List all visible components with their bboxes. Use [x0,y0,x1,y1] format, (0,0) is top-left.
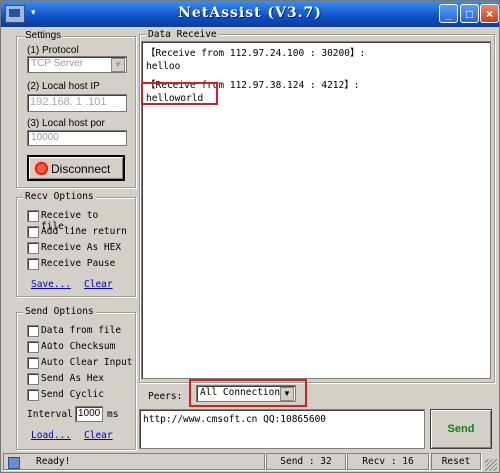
reset-button[interactable]: Reset [431,453,481,470]
protocol-label: (1) Protocol [27,45,79,56]
send-textarea[interactable]: http://www.cmsoft.cn QQ:10865600 [139,409,425,449]
disconnect-button[interactable]: Disconnect [27,155,125,181]
resize-grip-icon[interactable] [485,459,497,471]
data-receive-label: Data Receive [146,29,219,40]
interval-input[interactable]: 1000 [75,406,103,422]
disconnect-label: Disconnect [51,162,111,176]
ip-octet-1: 192 [30,96,49,108]
send-clear-link[interactable]: Clear [84,430,113,441]
auto-clear-input-checkbox[interactable] [27,357,39,369]
recv-options-label: Recv Options [23,191,96,202]
netassist-window: ▾ NetAssist (V3.7) _ □ × Settings (1) Pr… [0,0,500,473]
save-link[interactable]: Save... [31,279,71,290]
ip-address-field[interactable]: 192.168. 1 .101 [27,94,127,112]
auto-checksum-checkbox[interactable] [27,341,39,353]
minimize-button[interactable]: _ [439,4,458,23]
connection-status-icon [35,162,48,175]
send-text: http://www.cmsoft.cn QQ:10865600 [143,414,327,425]
settings-group-label: Settings [23,30,64,41]
protocol-value: TCP Server [31,58,84,69]
auto-clear-input-label: Auto Clear Input [41,357,133,368]
load-link[interactable]: Load... [31,430,71,441]
send-options-group: Send Options Data from file ... Auto Che… [16,306,136,450]
send-options-label: Send Options [23,306,96,317]
interval-unit: ms [107,409,119,420]
send-button-label: Send [447,423,475,435]
port-value: 10000 [31,132,59,143]
send-cyclic-checkbox[interactable] [27,389,39,401]
recv-options-group: Recv Options Receive to file... Add line… [16,191,136,297]
recv-counter: Recv : 16 [347,453,429,470]
send-counter: Send : 32 [266,453,346,470]
status-ready: Ready! [3,453,265,470]
highlight-box-received [141,82,218,105]
peers-label: Peers: [148,391,183,402]
interval-label: Interval [27,409,73,420]
maximize-button[interactable]: □ [460,4,479,23]
port-label: (3) Local host por [27,118,105,129]
interval-value: 1000 [78,408,101,419]
add-line-return-label: Add line return [41,226,127,237]
ip-octet-4: 101 [88,96,107,108]
receive-pause-checkbox[interactable] [27,258,39,270]
auto-checksum-label: Auto Checksum [41,341,116,352]
window-title: NetAssist (V3.7) [178,5,322,21]
ip-octet-2: 168 [51,96,70,108]
status-ready-text: Ready! [36,456,71,467]
receive-as-hex-checkbox[interactable] [27,242,39,254]
close-button[interactable]: × [480,4,499,23]
highlight-box-peers [189,379,307,407]
port-field[interactable]: 10000 [27,130,127,146]
receive-to-file-checkbox[interactable] [27,210,39,222]
receive-as-hex-label: Receive As HEX [41,242,122,253]
chevron-down-icon[interactable]: ▼ [111,58,125,72]
recv-clear-link[interactable]: Clear [84,279,113,290]
send-button[interactable]: Send [430,409,492,449]
receive-line-2: helloo [146,61,181,72]
localhost-ip-label: (2) Local host IP [27,81,100,92]
receive-pause-label: Receive Pause [41,258,116,269]
add-line-return-checkbox[interactable] [27,226,39,238]
ip-octet-3: 1 [75,96,83,108]
title-bar[interactable]: ▾ NetAssist (V3.7) _ □ × [1,1,499,27]
data-from-file-checkbox[interactable] [27,325,39,337]
receive-line-1: 【Receive from 112.97.24.100 : 30200】: [146,48,366,59]
settings-group: Settings (1) Protocol TCP Server ▼ (2) L… [16,30,136,188]
send-cyclic-label: Send Cyclic [41,389,104,400]
send-as-hex-checkbox[interactable] [27,373,39,385]
status-icon [8,457,20,469]
protocol-select[interactable]: TCP Server ▼ [27,56,127,73]
send-as-hex-label: Send As Hex [41,373,104,384]
